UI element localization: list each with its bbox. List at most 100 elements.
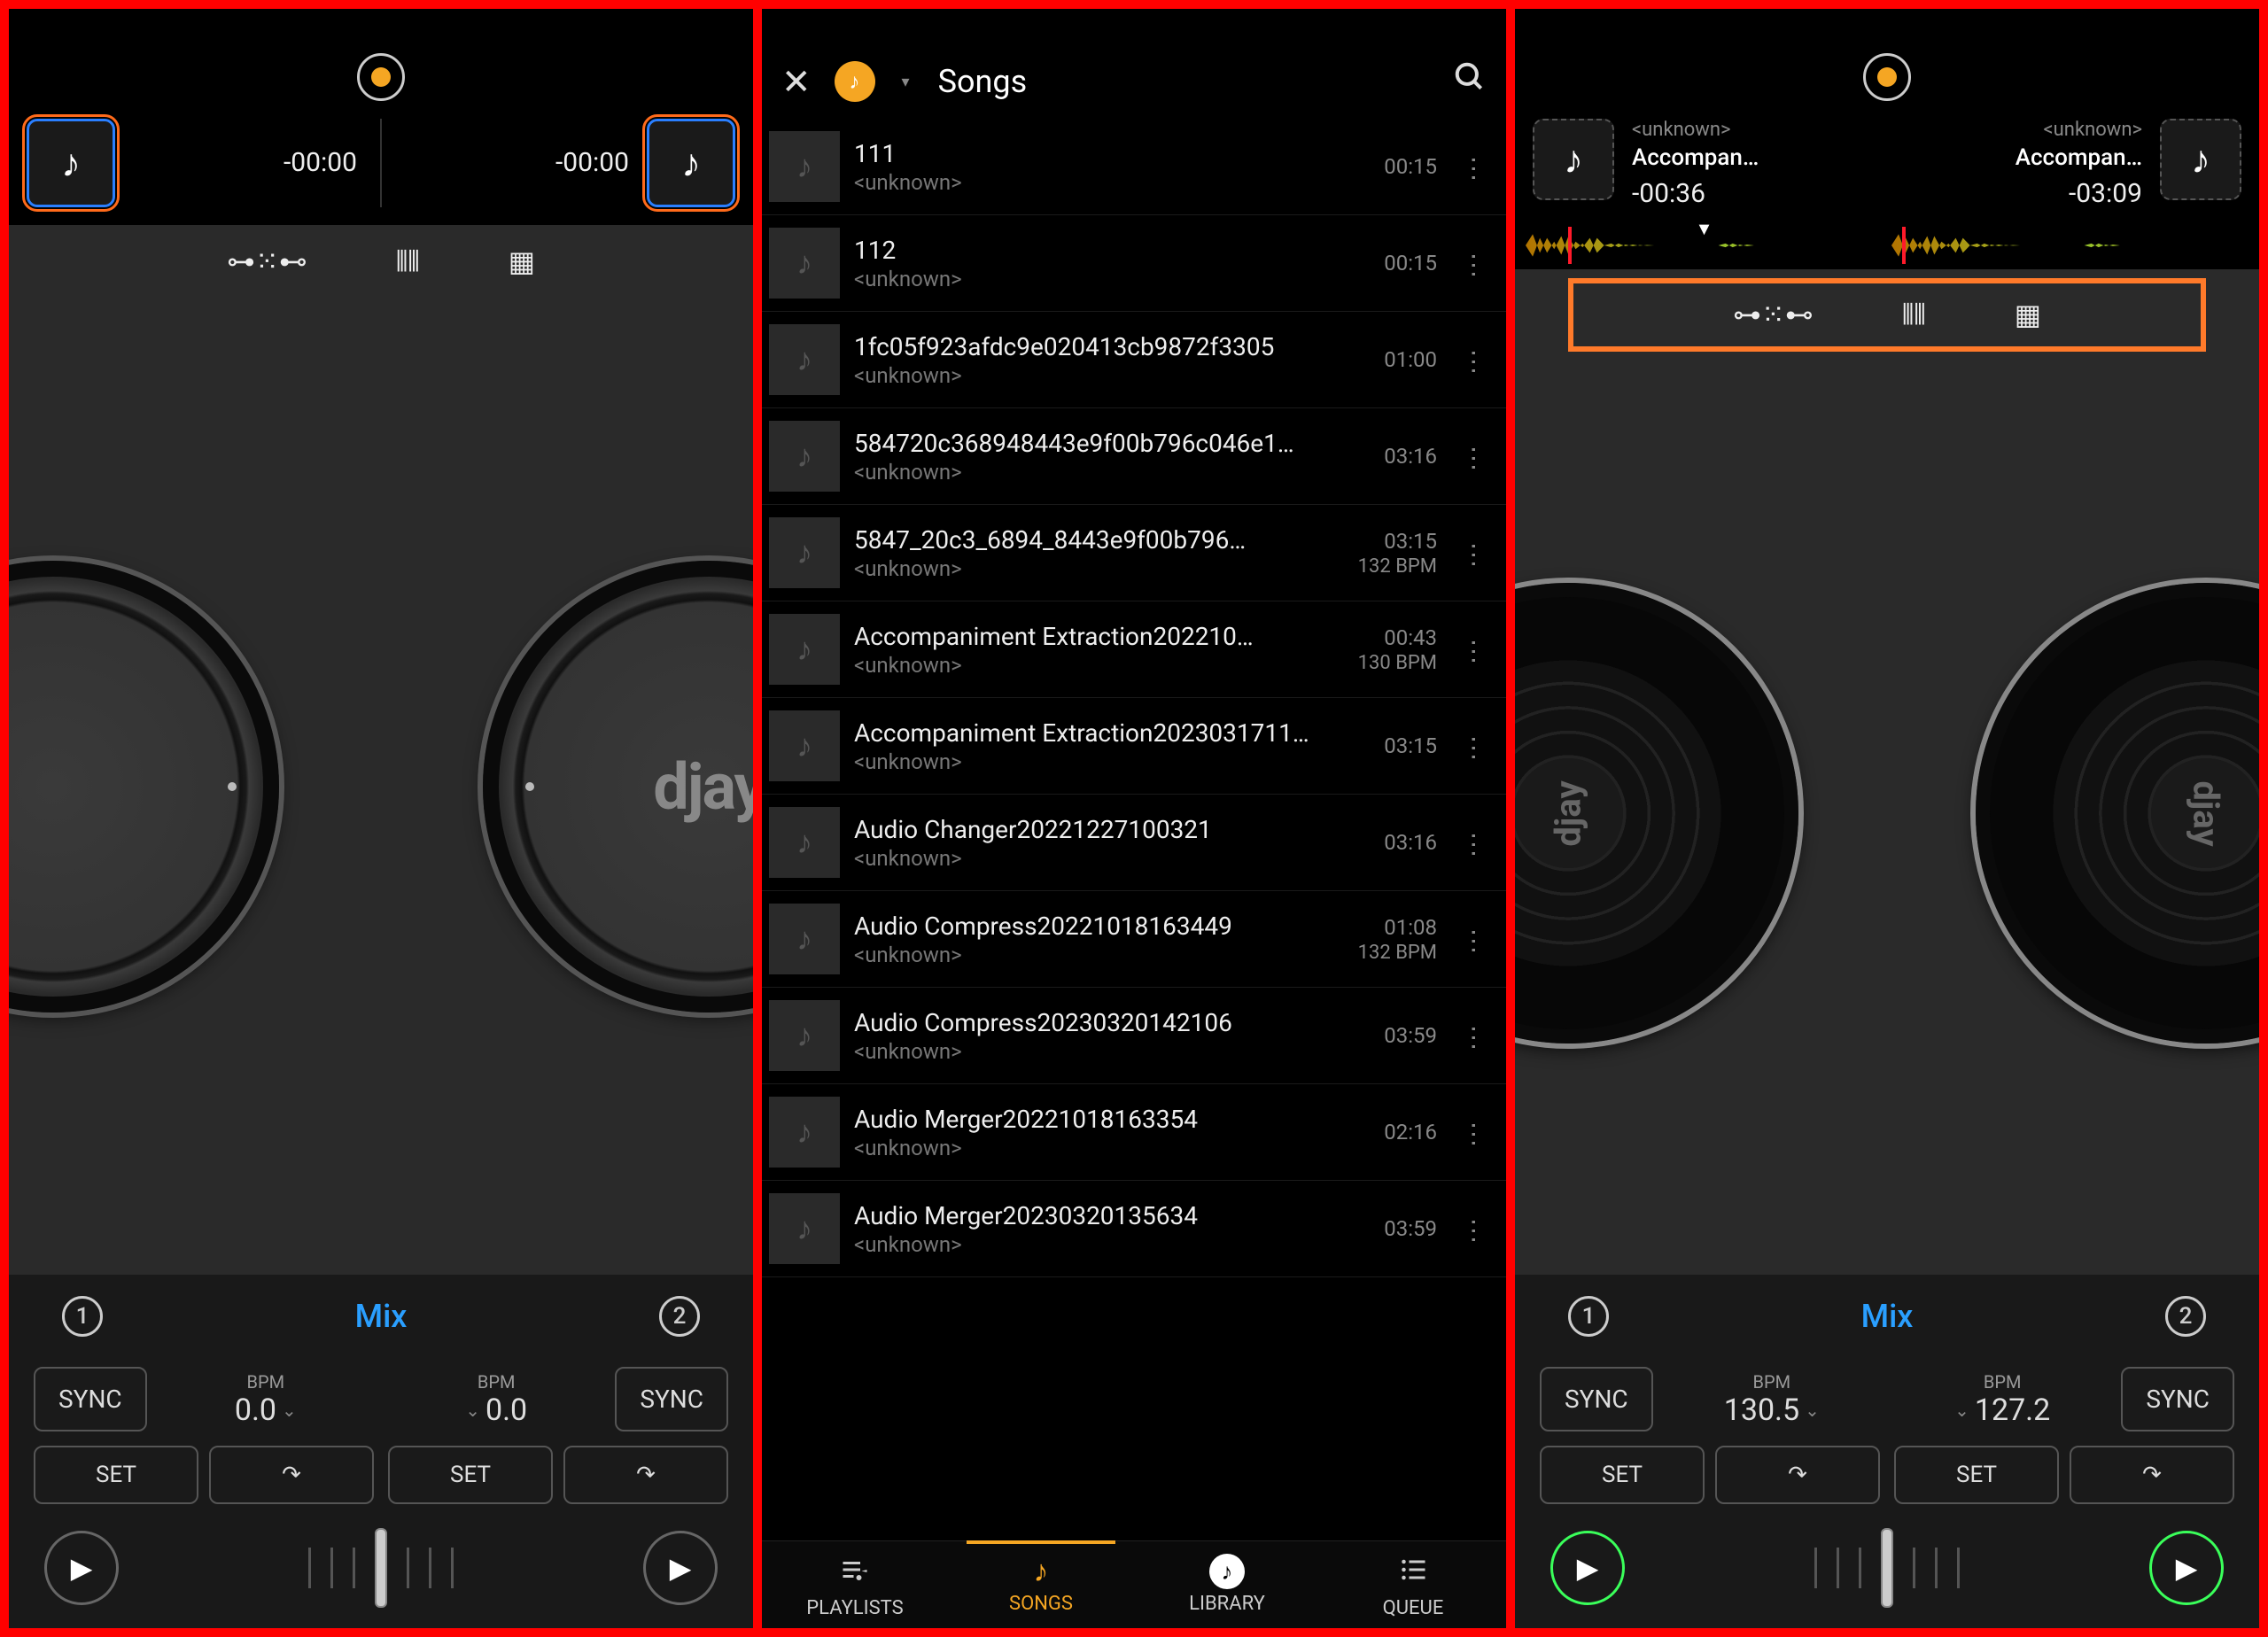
sync-b-button[interactable]: SYNC [615, 1367, 728, 1431]
set-cue-a-button[interactable]: SET [34, 1446, 198, 1504]
deck-b-turntable[interactable]: djay [381, 299, 753, 1275]
deck-a-turntable[interactable]: djay [1515, 352, 1887, 1275]
song-artist: <unknown> [854, 460, 1317, 485]
deck-a-load-slot[interactable]: ♪ [27, 119, 115, 207]
song-meta: 03:16 [1331, 444, 1437, 469]
reloop-a-button[interactable]: ↷ [1715, 1446, 1880, 1504]
deck-a-load-slot[interactable]: ♪ [1533, 119, 1614, 200]
crossfader[interactable] [136, 1531, 625, 1605]
more-icon[interactable]: ⋯ [1458, 337, 1489, 382]
song-row[interactable]: ♪111<unknown>00:15⋯ [762, 119, 1506, 215]
chevron-down-icon: ▾ [902, 73, 910, 91]
crossfader-handle[interactable] [375, 1528, 387, 1608]
pads-mode-icon[interactable]: ▦ [2015, 298, 2041, 332]
bpm-b-display[interactable]: BPM ⌄0.0 [388, 1371, 604, 1428]
mix-label[interactable]: Mix [355, 1298, 408, 1335]
tab-playlists[interactable]: PLAYLISTS [762, 1541, 948, 1628]
deck-b-title: Accompan… [2016, 144, 2142, 171]
bpm-b-display[interactable]: BPM ⌄127.2 [1894, 1371, 2110, 1428]
deck-a-info[interactable]: <unknown> Accompan… -00:36 [1632, 119, 1878, 209]
tab-songs[interactable]: ♪ SONGS [948, 1541, 1134, 1628]
transport-row: ▶ ▶ [9, 1515, 753, 1628]
deck-a-waveform[interactable]: ▼ [1526, 227, 1883, 264]
song-row[interactable]: ♪Accompaniment Extraction2023031711…<unk… [762, 698, 1506, 795]
song-row[interactable]: ♪1fc05f923afdc9e020413cb9872f3305<unknow… [762, 312, 1506, 408]
song-title: Accompaniment Extraction2023031711… [854, 718, 1317, 748]
song-row[interactable]: ♪584720c368948443e9f00b796c046e1…<unknow… [762, 408, 1506, 505]
song-row[interactable]: ♪Audio Merger20221018163354<unknown>02:1… [762, 1084, 1506, 1181]
song-text: 5847_20c3_6894_8443e9f00b796…<unknown> [854, 525, 1317, 581]
deck-b-load-slot[interactable]: ♪ [647, 119, 735, 207]
waveform-mode-icon[interactable]: ⊶⁙⊷ [227, 244, 307, 279]
sync-b-button[interactable]: SYNC [2121, 1367, 2234, 1431]
song-row[interactable]: ♪5847_20c3_6894_8443e9f00b796…<unknown>0… [762, 505, 1506, 601]
record-button[interactable] [357, 53, 405, 101]
pads-mode-icon[interactable]: ▦ [509, 244, 535, 279]
reloop-a-button[interactable]: ↷ [209, 1446, 374, 1504]
more-icon[interactable]: ⋯ [1458, 531, 1489, 575]
deck-b-turntable[interactable]: djay [1887, 352, 2259, 1275]
play-a-button[interactable]: ▶ [1550, 1531, 1625, 1605]
reloop-b-button[interactable]: ↷ [563, 1446, 728, 1504]
crossfader[interactable] [1643, 1531, 2132, 1605]
song-row[interactable]: ♪112<unknown>00:15⋯ [762, 215, 1506, 312]
reloop-b-button[interactable]: ↷ [2070, 1446, 2234, 1504]
set-cue-b-button[interactable]: SET [388, 1446, 553, 1504]
record-button[interactable] [1863, 53, 1911, 101]
channel-2-button[interactable]: 2 [2165, 1296, 2206, 1337]
bpm-a-value: 130.5 [1724, 1393, 1799, 1428]
more-icon[interactable]: ⋯ [1458, 820, 1489, 865]
more-icon[interactable]: ⋯ [1458, 724, 1489, 768]
more-icon[interactable]: ⋯ [1458, 1013, 1489, 1058]
tab-queue[interactable]: QUEUE [1320, 1541, 1506, 1628]
bpm-a-display[interactable]: BPM 130.5⌄ [1664, 1371, 1880, 1428]
song-thumb: ♪ [769, 517, 840, 588]
source-picker[interactable]: ♪ [835, 61, 875, 102]
song-duration: 03:16 [1331, 830, 1437, 855]
song-title: 1fc05f923afdc9e020413cb9872f3305 [854, 332, 1317, 361]
deck-b-load-slot[interactable]: ♪ [2160, 119, 2241, 200]
waveform-overview[interactable]: ▼ [1515, 227, 2259, 269]
song-meta: 03:59 [1331, 1023, 1437, 1048]
more-icon[interactable]: ⋯ [1458, 1110, 1489, 1154]
song-artist: <unknown> [854, 1039, 1317, 1064]
song-row[interactable]: ♪Audio Changer20221227100321<unknown>03:… [762, 795, 1506, 891]
mixer-mode-icon[interactable]: ⫴⫴ [396, 244, 420, 279]
tab-library[interactable]: ♪ LIBRARY [1134, 1541, 1320, 1628]
deck-a-turntable[interactable] [9, 299, 381, 1275]
library-icon: ♪ [1209, 1554, 1245, 1589]
sync-a-button[interactable]: SYNC [1540, 1367, 1653, 1431]
transport-row: ▶ ▶ [1515, 1515, 2259, 1628]
sync-a-button[interactable]: SYNC [34, 1367, 147, 1431]
deck-b-waveform[interactable] [1891, 227, 2249, 264]
search-icon[interactable] [1453, 60, 1487, 103]
close-icon[interactable]: ✕ [781, 61, 812, 103]
mix-label[interactable]: Mix [1861, 1298, 1914, 1335]
song-row[interactable]: ♪Audio Compress20221018163449<unknown>01… [762, 891, 1506, 988]
more-icon[interactable]: ⋯ [1458, 144, 1489, 189]
channel-1-button[interactable]: 1 [62, 1296, 103, 1337]
mode-tabs: ⊶⁙⊷ ⫴⫴ ▦ [9, 225, 753, 299]
more-icon[interactable]: ⋯ [1458, 434, 1489, 478]
song-row[interactable]: ♪Audio Merger20230320135634<unknown>03:5… [762, 1181, 1506, 1277]
more-icon[interactable]: ⋯ [1458, 1206, 1489, 1251]
crossfader-handle[interactable] [1881, 1528, 1893, 1608]
more-icon[interactable]: ⋯ [1458, 627, 1489, 671]
play-b-button[interactable]: ▶ [643, 1531, 718, 1605]
more-icon[interactable]: ⋯ [1458, 917, 1489, 961]
deck-b-info[interactable]: <unknown> Accompan… -03:09 [1896, 119, 2142, 209]
song-row[interactable]: ♪Audio Compress20230320142106<unknown>03… [762, 988, 1506, 1084]
mixer-mode-icon[interactable]: ⫴⫴ [1902, 298, 1926, 332]
channel-2-button[interactable]: 2 [659, 1296, 700, 1337]
more-icon[interactable]: ⋯ [1458, 241, 1489, 285]
set-cue-a-button[interactable]: SET [1540, 1446, 1705, 1504]
song-row[interactable]: ♪Accompaniment Extraction202210…<unknown… [762, 601, 1506, 698]
song-list[interactable]: ♪111<unknown>00:15⋯♪112<unknown>00:15⋯♪1… [762, 119, 1506, 1540]
play-a-button[interactable]: ▶ [44, 1531, 119, 1605]
waveform-mode-icon[interactable]: ⊶⁙⊷ [1733, 298, 1814, 332]
set-cue-b-button[interactable]: SET [1894, 1446, 2059, 1504]
channel-1-button[interactable]: 1 [1568, 1296, 1609, 1337]
music-note-icon: ♪ [2191, 136, 2210, 182]
bpm-a-display[interactable]: BPM 0.0⌄ [158, 1371, 374, 1428]
play-b-button[interactable]: ▶ [2149, 1531, 2224, 1605]
